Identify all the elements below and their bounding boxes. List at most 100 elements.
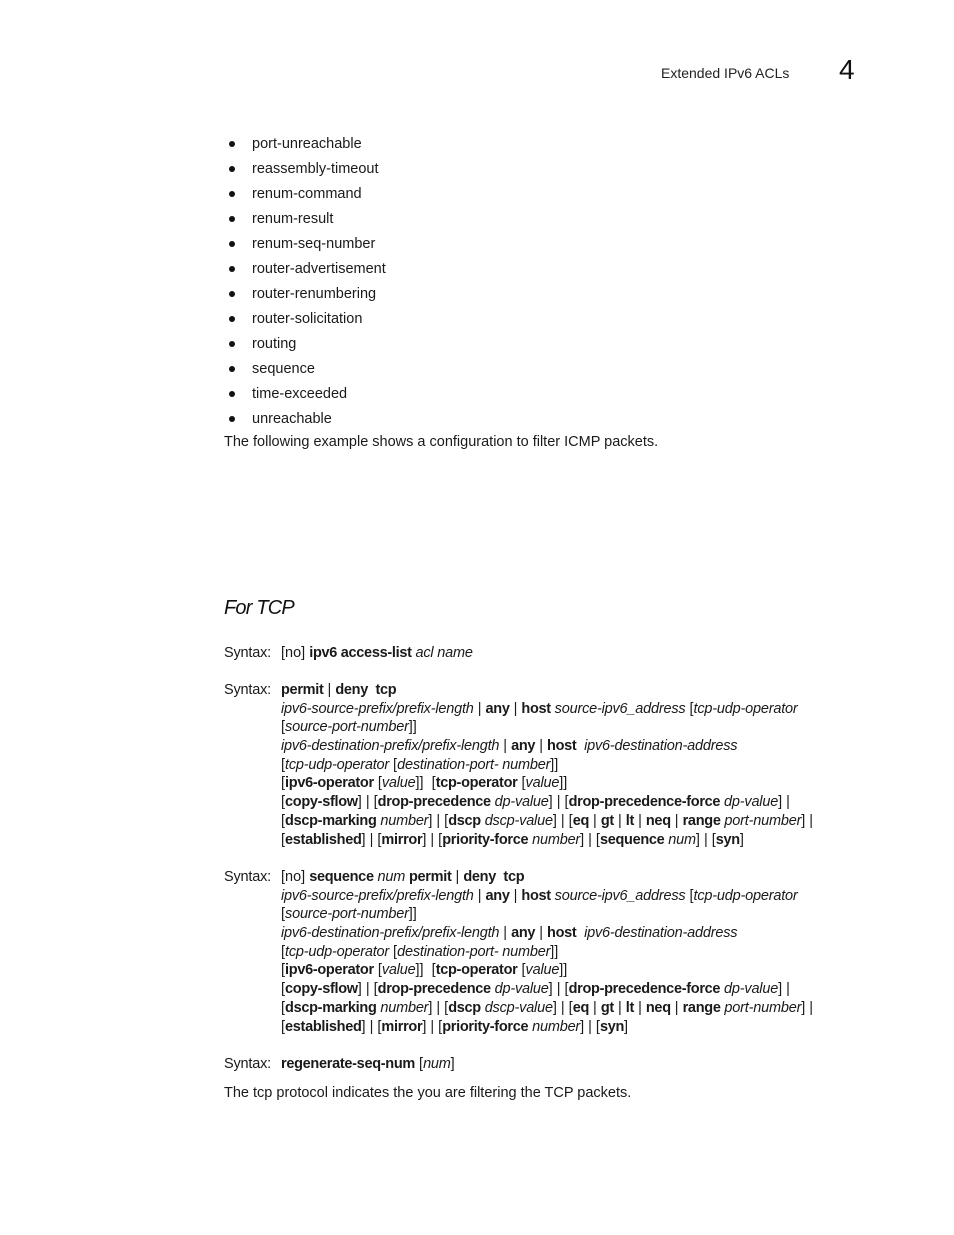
syntax-line-content: ipv6-destination-prefix/prefix-length | … (281, 737, 737, 756)
syntax-punctuation: | (613, 812, 626, 829)
syntax-keyword: regenerate-seq-num (281, 1056, 415, 1072)
syntax-keyword: any (511, 925, 536, 942)
syntax-punctuation: ] (739, 831, 744, 848)
syntax-line-content: permit | deny tcp (281, 681, 397, 700)
syntax-keyword: host (547, 738, 577, 755)
list-item-text: time-exceeded (252, 386, 348, 402)
syntax-keyword: host (521, 700, 551, 717)
syntax-punctuation: | (499, 925, 512, 942)
syntax-keyword: host (547, 925, 577, 942)
syntax-punctuation: ]] (550, 943, 559, 960)
syntax-punctuation: [ (517, 775, 526, 792)
syntax-parameter: destination-port- number (397, 943, 551, 960)
bullet-icon (229, 166, 235, 172)
syntax-punctuation: | (589, 812, 601, 829)
syntax-punctuation: ] | (801, 999, 814, 1016)
syntax-punctuation: | (535, 738, 548, 755)
syntax-punctuation: | (509, 887, 522, 904)
syntax-keyword: eq (572, 812, 590, 829)
list-item-text: unreachable (252, 411, 332, 427)
bullet-icon (229, 291, 235, 297)
bullet-icon (229, 266, 235, 272)
syntax-keyword: any (485, 700, 510, 717)
list-item: renum-seq-number (224, 234, 386, 259)
syntax-keyword: tcp-operator (435, 962, 518, 979)
syntax-parameter: dscp-value (480, 812, 553, 829)
list-item: router-solicitation (224, 309, 386, 334)
syntax-punctuation: [no] (281, 869, 310, 885)
syntax-line-content: ipv6-destination-prefix/prefix-length | … (281, 924, 737, 943)
syntax-punctuation: ]] (408, 906, 417, 923)
syntax-punctuation: [ (685, 887, 694, 904)
syntax-keyword: gt (600, 999, 614, 1016)
syntax-punctuation: ] | [ (580, 831, 600, 848)
syntax-parameter: tcp-udp-operator (693, 887, 798, 904)
list-item-text: reassembly-timeout (252, 161, 379, 177)
syntax-keyword: ipv6-operator (285, 962, 374, 979)
chapter-number: 4 (839, 54, 855, 85)
list-item-text: router-renumbering (252, 286, 377, 302)
syntax-keyword: syn (715, 831, 740, 848)
syntax-keyword: deny tcp (335, 682, 397, 698)
syntax-parameter: value (525, 775, 560, 792)
syntax-punctuation: | (535, 925, 548, 942)
list-item: time-exceeded (224, 384, 386, 409)
syntax-parameter: ipv6-destination-prefix/prefix-length (281, 925, 500, 942)
syntax-keyword: dscp (448, 812, 481, 829)
syntax-line-content: [source-port-number]] (281, 718, 417, 737)
list-item: reassembly-timeout (224, 159, 386, 184)
list-item: router-renumbering (224, 284, 386, 309)
bullet-icon (229, 416, 235, 422)
syntax-keyword: dscp-marking (285, 999, 377, 1016)
bullet-icon (229, 316, 235, 322)
syntax-line-content: [tcp-udp-operator [destination-port- num… (281, 943, 558, 962)
syntax-punctuation: | (509, 700, 522, 717)
syntax-parameter: source-ipv6_address (550, 700, 686, 717)
list-item-text: renum-command (252, 186, 362, 202)
syntax-line-content: [established] | [mirror] | [priority-for… (281, 1018, 628, 1037)
syntax-keyword: drop-precedence-force (568, 794, 721, 811)
syntax-keyword: priority-force (442, 831, 529, 848)
list-item-text: renum-result (252, 211, 334, 227)
syntax-keyword: tcp-operator (435, 775, 518, 792)
list-item: sequence (224, 359, 386, 384)
syntax-line-content: [dscp-marking number] | [dscp dscp-value… (281, 812, 813, 831)
syntax-punctuation: | (634, 812, 646, 829)
syntax-keyword: any (485, 887, 510, 904)
syntax-line-content: [tcp-udp-operator [destination-port- num… (281, 756, 558, 775)
syntax-label: Syntax: (224, 869, 271, 885)
syntax-punctuation: [no] (281, 645, 310, 661)
syntax-keyword: sequence (309, 869, 374, 885)
syntax-parameter: source-port-number (285, 906, 409, 923)
syntax-parameter: dp-value (490, 981, 549, 998)
syntax-parameter: source-ipv6_address (550, 887, 686, 904)
syntax-punctuation: ]] (559, 962, 568, 979)
syntax-keyword: any (511, 738, 536, 755)
syntax-punctuation: | (634, 999, 646, 1016)
syntax-punctuation: [ (517, 962, 526, 979)
bullet-icon (229, 241, 235, 247)
list-item-text: sequence (252, 361, 315, 377)
syntax-punctuation: | (613, 999, 626, 1016)
syntax-parameter: num (664, 831, 696, 848)
syntax-punctuation: ] | [ (357, 981, 378, 998)
syntax-line-content: [dscp-marking number] | [dscp dscp-value… (281, 999, 813, 1018)
syntax-parameter: source-port-number (285, 719, 409, 736)
syntax-keyword: established (285, 1018, 362, 1035)
syntax-keyword: range (682, 999, 721, 1016)
syntax-keyword: dscp (448, 999, 481, 1016)
bullet-icon (229, 191, 235, 197)
list-item: routing (224, 334, 386, 359)
syntax-keyword: drop-precedence (377, 794, 491, 811)
syntax-line-content: [source-port-number]] (281, 905, 417, 924)
syntax-keyword: copy-sflow (285, 794, 358, 811)
syntax-parameter: acl name (411, 645, 473, 661)
list-item-text: router-solicitation (252, 311, 363, 327)
syntax-punctuation: ] | [ (548, 981, 569, 998)
syntax-parameter: ipv6-destination-prefix/prefix-length (281, 738, 500, 755)
syntax-keyword: drop-precedence-force (568, 981, 721, 998)
syntax-label: Syntax: (224, 682, 271, 698)
syntax-punctuation: | (323, 682, 336, 698)
list-item: port-unreachable (224, 134, 386, 159)
list-item-text: port-unreachable (252, 136, 362, 152)
